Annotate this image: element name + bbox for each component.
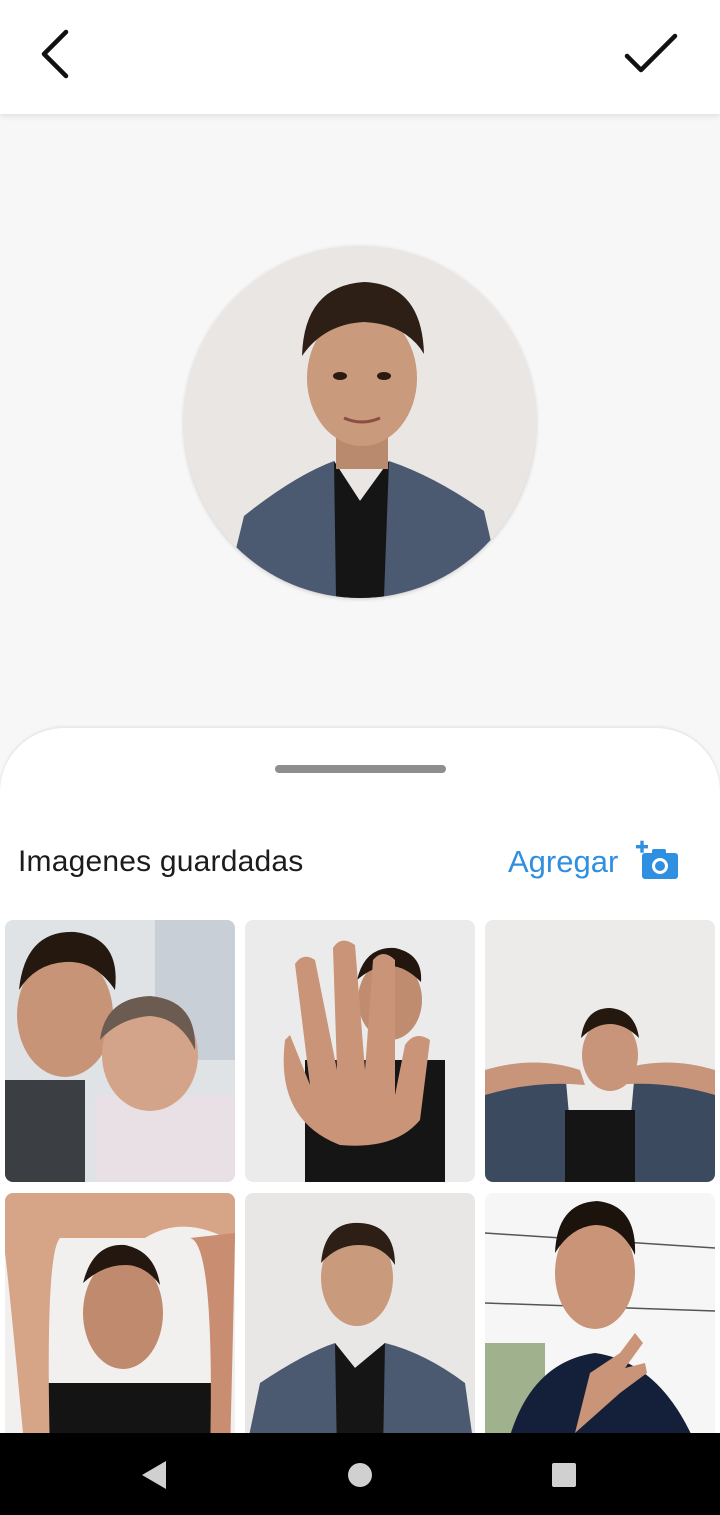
- nav-recents-square-icon: [552, 1463, 576, 1487]
- saved-photo-hand-in-front[interactable]: [245, 920, 475, 1182]
- back-button[interactable]: [26, 22, 86, 86]
- saved-photo-selfie-with-grandmother[interactable]: [5, 920, 235, 1182]
- add-image-button[interactable]: Agregar: [508, 838, 680, 886]
- checkmark-icon: [624, 33, 678, 73]
- saved-photo-peace-sign[interactable]: [485, 1193, 715, 1455]
- top-app-bar: [0, 0, 720, 114]
- nav-recents-button[interactable]: [546, 1457, 582, 1493]
- saved-photo-finger-frame[interactable]: [5, 1193, 235, 1455]
- nav-home-circle-icon: [348, 1463, 372, 1487]
- add-label: Agregar: [508, 844, 619, 879]
- profile-photo-preview: [184, 246, 536, 598]
- add-photo-camera-icon: [636, 840, 679, 879]
- saved-images-sheet: Imagenes guardadas Agregar: [0, 728, 720, 1455]
- confirm-button[interactable]: [616, 22, 686, 86]
- drag-handle[interactable]: [275, 765, 446, 773]
- saved-photo-hands-behind-head[interactable]: [485, 920, 715, 1182]
- nav-back-button[interactable]: [136, 1457, 172, 1493]
- nav-back-triangle-icon: [142, 1461, 166, 1489]
- saved-photo-denim-shirt[interactable]: [245, 1193, 475, 1455]
- sheet-title: Imagenes guardadas: [18, 845, 304, 878]
- nav-home-button[interactable]: [342, 1457, 378, 1493]
- chevron-left-icon: [41, 29, 69, 79]
- system-navigation-bar: [0, 1433, 720, 1515]
